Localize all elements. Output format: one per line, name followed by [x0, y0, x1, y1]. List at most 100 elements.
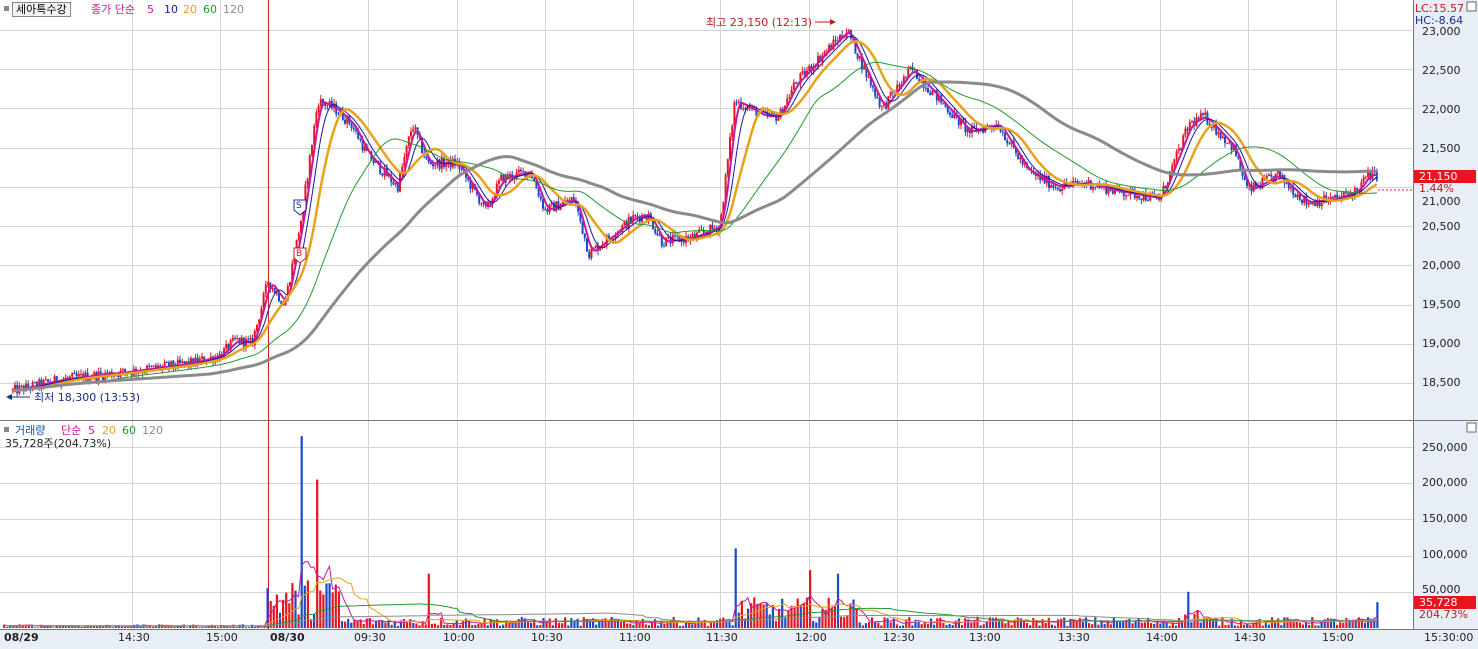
volume-bar — [911, 625, 914, 628]
volume-bar — [747, 608, 750, 628]
price-candle — [1336, 194, 1339, 198]
price-candle — [889, 92, 892, 97]
volume-panel-bg — [0, 421, 1413, 629]
price-candle — [1191, 120, 1194, 123]
price-candle — [500, 174, 503, 181]
volume-ma60-label[interactable]: 60 — [122, 424, 136, 437]
volume-bar — [201, 626, 204, 628]
price-candle — [546, 209, 549, 212]
volume-bar — [833, 606, 836, 628]
xtick: 14:00 — [1146, 631, 1178, 644]
volume-bar — [80, 627, 83, 628]
price-candle — [544, 208, 547, 210]
price-candle — [1173, 159, 1176, 166]
volume-ytick: 150,000 — [1422, 512, 1468, 525]
stock-title[interactable]: 세아특수강 — [12, 2, 71, 17]
volume-bar — [474, 624, 477, 628]
price-candle — [1226, 142, 1229, 144]
volume-legend-prefix: 단순 — [61, 424, 82, 437]
volume-bar — [1339, 622, 1342, 628]
price-candle — [1184, 128, 1187, 136]
price-candle — [537, 188, 540, 197]
volume-bar — [561, 623, 564, 628]
price-ytick: 21,500 — [1422, 142, 1461, 155]
volume-bar — [951, 625, 954, 628]
volume-bar — [1314, 625, 1317, 628]
chart-window: 세아특수강 종가 단순 5 10 20 60 120 거래량 단순 5 20 6… — [0, 0, 1478, 649]
price-candle — [434, 165, 437, 167]
xtick: 09:30 — [354, 631, 386, 644]
volume-bar — [1187, 591, 1190, 628]
price-candle — [1294, 194, 1297, 198]
volume-bar — [883, 617, 886, 628]
price-candle — [273, 288, 276, 293]
price-candle — [1331, 196, 1334, 198]
volume-bar — [247, 627, 251, 628]
volume-ma5-label[interactable]: 5 — [88, 424, 95, 437]
volume-bar — [926, 623, 929, 628]
volume-bar — [102, 626, 105, 628]
volume-bar — [582, 617, 585, 628]
volume-bar — [1295, 621, 1298, 628]
price-ma5-label[interactable]: 5 — [147, 3, 154, 16]
volume-bar — [545, 621, 548, 628]
price-axis-bg — [1413, 0, 1478, 420]
xtick: 11:00 — [619, 631, 651, 644]
price-candle — [1285, 183, 1288, 185]
volume-bar — [570, 618, 573, 628]
volume-bar — [347, 618, 350, 628]
volume-bar — [920, 624, 923, 628]
volume-bar — [37, 627, 40, 628]
price-candle — [876, 96, 879, 99]
price-ma120-label[interactable]: 120 — [223, 3, 244, 16]
volume-ma20-label[interactable]: 20 — [102, 424, 116, 437]
volume-bar — [139, 626, 142, 628]
price-ma10-label[interactable]: 10 — [164, 3, 178, 16]
price-candle — [163, 362, 166, 367]
volume-bar — [657, 625, 660, 628]
volume-bar — [855, 608, 858, 628]
price-candle — [927, 88, 930, 93]
price-candle — [1147, 200, 1150, 202]
price-candle — [867, 76, 870, 78]
volume-bar — [499, 625, 502, 628]
volume-bar — [375, 621, 378, 628]
low-annotation: 최저 18,300 (13:53) — [34, 391, 141, 404]
price-candle — [898, 84, 901, 87]
volume-legend-title: 거래량 — [15, 424, 46, 437]
volume-bar — [759, 603, 762, 628]
price-candle — [1186, 128, 1189, 131]
volume-bar — [1246, 623, 1249, 628]
price-ma60-label[interactable]: 60 — [203, 3, 217, 16]
price-candle — [44, 379, 47, 381]
volume-ma120-label[interactable]: 120 — [142, 424, 163, 437]
volume-bar — [1109, 624, 1112, 628]
price-candle — [99, 371, 102, 374]
price-ytick: 21,000 — [1422, 195, 1461, 208]
volume-bar — [65, 626, 68, 628]
price-candle — [951, 114, 954, 118]
volume-bar — [551, 625, 554, 628]
price-candle — [1362, 177, 1365, 183]
price-candle — [924, 87, 927, 89]
sell-marker[interactable]: S — [296, 200, 302, 213]
volume-bar — [111, 627, 114, 628]
buy-marker[interactable]: B — [296, 248, 302, 261]
volume-bar — [623, 620, 626, 628]
price-candle — [425, 156, 428, 159]
volume-bar — [979, 625, 982, 628]
volume-bar — [409, 619, 412, 628]
volume-bar — [1376, 602, 1379, 628]
volume-bar — [852, 599, 855, 628]
volume-current-line: 35,728주(204.73%) — [5, 437, 112, 450]
price-candle — [834, 39, 837, 41]
current-volume-ratio: 204.73% — [1419, 608, 1468, 621]
price-candle — [311, 145, 314, 156]
price-candle — [880, 105, 883, 107]
volume-bar — [1115, 621, 1119, 628]
volume-bar — [229, 626, 232, 628]
price-candle — [676, 235, 679, 237]
price-ma20-label[interactable]: 20 — [183, 3, 197, 16]
high-annotation: 최고 23,150 (12:13) — [706, 16, 813, 29]
volume-bar — [288, 603, 291, 628]
